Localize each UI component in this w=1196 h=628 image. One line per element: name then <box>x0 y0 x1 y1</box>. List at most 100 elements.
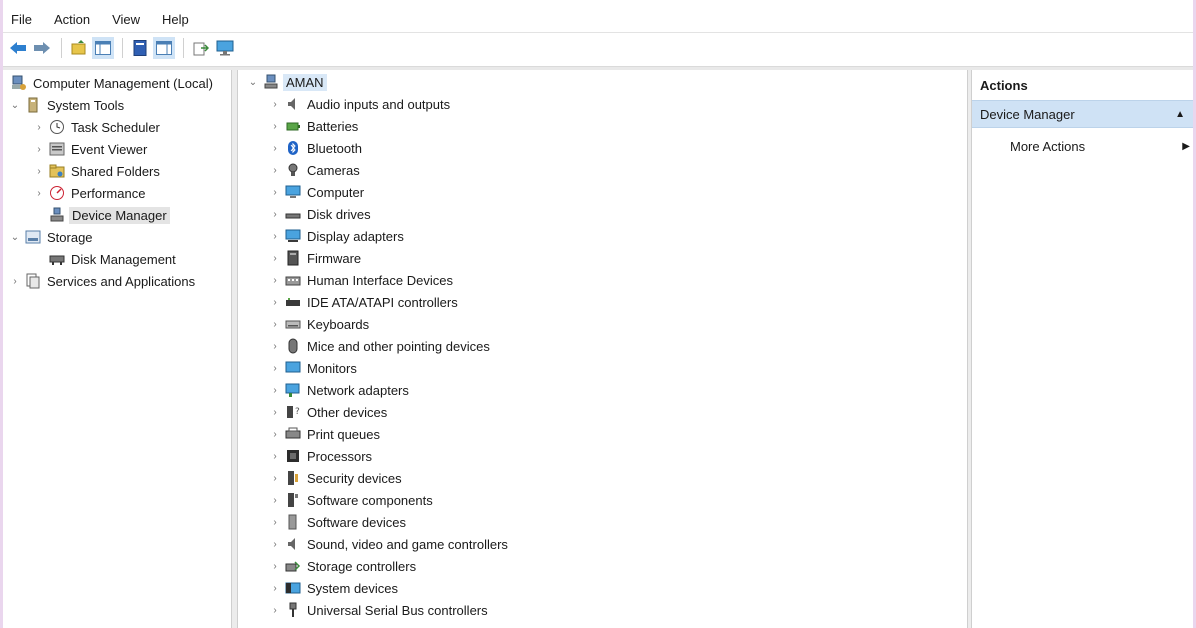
chevron-right-icon[interactable]: › <box>33 144 45 155</box>
toolbar-separator <box>122 38 123 58</box>
chevron-right-icon[interactable]: › <box>269 209 281 220</box>
chevron-right-icon[interactable]: › <box>269 253 281 264</box>
collapse-up-icon[interactable]: ▲ <box>1175 109 1185 120</box>
monitor-icon <box>285 360 301 376</box>
device-category-cameras[interactable]: › Cameras <box>269 160 362 180</box>
chevron-right-icon[interactable]: › <box>33 188 45 199</box>
chevron-down-icon[interactable]: ⌄ <box>247 77 259 88</box>
chevron-right-icon[interactable]: › <box>269 341 281 352</box>
chevron-right-icon[interactable]: › <box>269 407 281 418</box>
chevron-right-icon[interactable]: › <box>269 319 281 330</box>
svg-text:?: ? <box>295 407 300 417</box>
toolbar-separator <box>61 38 62 58</box>
chevron-right-icon[interactable]: › <box>269 121 281 132</box>
device-category-label: Other devices <box>307 404 388 420</box>
chevron-right-icon[interactable]: › <box>269 231 281 242</box>
device-category-label: Security devices <box>307 470 402 486</box>
chevron-right-icon[interactable]: › <box>269 495 281 506</box>
device-category-system[interactable]: › System devices <box>269 578 400 598</box>
tree-item-shared-folders[interactable]: › Shared Folders <box>33 161 162 181</box>
device-category-label: System devices <box>307 580 399 596</box>
chevron-down-icon[interactable]: ⌄ <box>9 232 21 243</box>
chevron-right-icon[interactable]: › <box>269 143 281 154</box>
device-category-bluetooth[interactable]: › Bluetooth <box>269 138 364 158</box>
device-category-sound[interactable]: › Sound, video and game controllers <box>269 534 510 554</box>
device-category-software-devices[interactable]: › Software devices <box>269 512 408 532</box>
tree-item-storage[interactable]: ⌄ Storage <box>9 227 95 247</box>
device-category-security[interactable]: › Security devices <box>269 468 404 488</box>
device-category-ide[interactable]: › IDE ATA/ATAPI controllers <box>269 292 460 312</box>
device-root-aman[interactable]: ⌄ AMAN <box>247 72 327 92</box>
tree-item-disk-management[interactable]: Disk Management <box>45 249 178 269</box>
menu-file[interactable]: File <box>11 12 32 27</box>
device-category-firmware[interactable]: › Firmware <box>269 248 363 268</box>
chevron-right-icon[interactable]: › <box>269 539 281 550</box>
chevron-right-icon[interactable]: › <box>269 561 281 572</box>
computer-root-icon <box>263 74 279 90</box>
tree-item-task-scheduler[interactable]: › Task Scheduler <box>33 117 162 137</box>
device-category-label: Software devices <box>307 514 406 530</box>
chevron-right-icon[interactable]: › <box>269 187 281 198</box>
device-category-print-queues[interactable]: › Print queues <box>269 424 382 444</box>
chevron-right-icon[interactable]: › <box>269 583 281 594</box>
export-icon[interactable] <box>190 37 212 59</box>
storage-controller-icon <box>285 558 301 574</box>
chevron-down-icon[interactable]: ⌄ <box>9 100 21 111</box>
menu-view[interactable]: View <box>112 12 140 27</box>
back-icon[interactable] <box>7 37 29 59</box>
device-category-other[interactable]: › ? Other devices <box>269 402 389 422</box>
more-actions-item[interactable]: More Actions ▶ <box>1010 136 1190 156</box>
chevron-right-icon[interactable]: › <box>269 605 281 616</box>
actions-section-device-manager[interactable]: Device Manager ▲ <box>972 100 1193 128</box>
software-component-icon <box>285 492 301 508</box>
chevron-right-icon[interactable]: › <box>33 166 45 177</box>
up-folder-icon[interactable] <box>68 37 90 59</box>
forward-icon[interactable] <box>31 37 53 59</box>
device-category-usb[interactable]: › Universal Serial Bus controllers <box>269 600 490 620</box>
device-category-processors[interactable]: › Processors <box>269 446 374 466</box>
chevron-right-icon[interactable]: › <box>269 517 281 528</box>
tree-item-performance[interactable]: › Performance <box>33 183 147 203</box>
device-category-mice[interactable]: › Mice and other pointing devices <box>269 336 492 356</box>
pane-splitter-left[interactable] <box>232 70 238 628</box>
device-category-disk-drives[interactable]: › Disk drives <box>269 204 373 224</box>
device-category-batteries[interactable]: › Batteries <box>269 116 360 136</box>
device-category-audio[interactable]: › Audio inputs and outputs <box>269 94 452 114</box>
device-category-hid[interactable]: › Human Interface Devices <box>269 270 455 290</box>
device-manager-icon <box>49 207 65 223</box>
tree-item-services-and-applications[interactable]: › Services and Applications <box>9 271 197 291</box>
chevron-right-icon[interactable]: › <box>269 99 281 110</box>
device-category-software-components[interactable]: › Software components <box>269 490 435 510</box>
tree-item-device-manager[interactable]: Device Manager <box>45 205 170 225</box>
chevron-right-icon[interactable]: › <box>269 429 281 440</box>
chevron-right-icon[interactable]: › <box>33 122 45 133</box>
keyboard-icon <box>285 316 301 332</box>
properties-icon[interactable] <box>129 37 151 59</box>
chevron-right-icon[interactable]: › <box>269 385 281 396</box>
sound-icon <box>285 536 301 552</box>
chevron-right-icon[interactable]: › <box>269 451 281 462</box>
menu-action[interactable]: Action <box>54 12 90 27</box>
computer-management-icon <box>11 75 27 91</box>
tree-item-event-viewer[interactable]: › Event Viewer <box>33 139 149 159</box>
show-hide-tree-icon[interactable] <box>92 37 114 59</box>
monitor-icon[interactable] <box>214 37 236 59</box>
help-pane-icon[interactable] <box>153 37 175 59</box>
chevron-right-icon[interactable]: › <box>269 473 281 484</box>
chevron-right-icon[interactable]: › <box>269 165 281 176</box>
chevron-right-icon[interactable]: › <box>269 275 281 286</box>
device-category-network[interactable]: › Network adapters <box>269 380 411 400</box>
device-category-label: Mice and other pointing devices <box>307 338 490 354</box>
tree-label-shared-folders: Shared Folders <box>71 163 160 179</box>
device-category-storage-controllers[interactable]: › Storage controllers <box>269 556 418 576</box>
chevron-right-icon[interactable]: › <box>269 297 281 308</box>
device-category-computer[interactable]: › Computer <box>269 182 366 202</box>
tree-item-system-tools[interactable]: ⌄ System Tools <box>9 95 126 115</box>
chevron-right-icon[interactable]: › <box>269 363 281 374</box>
chevron-right-icon[interactable]: › <box>9 276 21 287</box>
device-category-monitors[interactable]: › Monitors <box>269 358 359 378</box>
tree-item-computer-management[interactable]: Computer Management (Local) <box>7 73 215 93</box>
menu-help[interactable]: Help <box>162 12 189 27</box>
device-category-display-adapters[interactable]: › Display adapters <box>269 226 406 246</box>
device-category-keyboards[interactable]: › Keyboards <box>269 314 371 334</box>
